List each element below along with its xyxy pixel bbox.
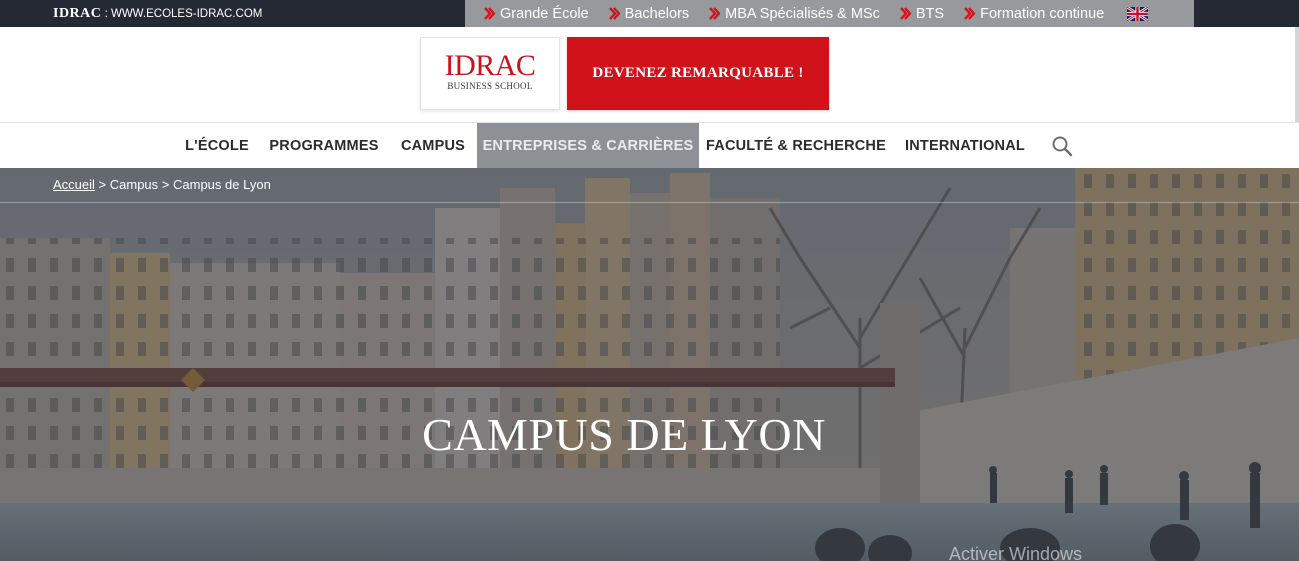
- breadcrumb: Accueil > Campus > Campus de Lyon: [53, 177, 271, 192]
- breadcrumb-home-link[interactable]: Accueil: [53, 177, 95, 192]
- chevron-right-icon: [900, 7, 911, 20]
- logo-subtitle: BUSINESS SCHOOL: [447, 81, 533, 91]
- top-link-label: Grande École: [500, 5, 589, 22]
- top-link-bts[interactable]: BTS: [900, 6, 944, 22]
- devenez-remarquable-button[interactable]: DEVENEZ REMARQUABLE !: [567, 37, 829, 110]
- top-link-bachelors[interactable]: Bachelors: [608, 5, 690, 22]
- activate-windows-watermark: Activer Windows: [949, 544, 1083, 561]
- hero-overlay: [0, 168, 1299, 561]
- top-link-label: Bachelors: [624, 5, 690, 22]
- breadcrumb-current: Campus de Lyon: [173, 177, 271, 192]
- nav-item-campus[interactable]: CAMPUS: [393, 123, 473, 168]
- nav-item-entreprises-carrieres[interactable]: ENTREPRISES & CARRIÈRES: [477, 123, 699, 168]
- hero-banner: Accueil > Campus > Campus de Lyon CAMPUS…: [0, 168, 1299, 561]
- top-bar: IDRAC : WWW.ECOLES-IDRAC.COM Grande Écol…: [0, 0, 1299, 27]
- breadcrumb-divider: [0, 202, 1299, 203]
- search-icon[interactable]: [1051, 135, 1073, 157]
- top-brand-url: : WWW.ECOLES-IDRAC.COM: [101, 8, 263, 20]
- logo-wordmark: IDRAC: [444, 49, 536, 82]
- top-link-grande-ecole[interactable]: Grande École: [484, 6, 589, 22]
- top-link-label: BTS: [915, 5, 945, 22]
- top-programs-bar: Grande École Bachelors MBA Spécialisés &…: [465, 0, 1194, 27]
- main-nav: L'ÉCOLE PROGRAMMES CAMPUS ENTREPRISES & …: [0, 122, 1299, 168]
- site-header: IDRAC BUSINESS SCHOOL DEVENEZ REMARQUABL…: [0, 27, 1299, 122]
- nav-item-ecole[interactable]: L'ÉCOLE: [177, 123, 257, 168]
- top-link-formation-continue[interactable]: Formation continue: [964, 6, 1104, 22]
- top-link-label: MBA Spécialisés & MSc: [725, 5, 880, 22]
- top-link-mba-msc[interactable]: MBA Spécialisés & MSc: [709, 6, 880, 22]
- idrac-logo[interactable]: IDRAC BUSINESS SCHOOL: [420, 37, 560, 110]
- breadcrumb-separator: >: [94, 177, 110, 192]
- top-brand[interactable]: IDRAC : WWW.ECOLES-IDRAC.COM: [53, 6, 262, 22]
- chevron-right-icon: [964, 7, 976, 20]
- top-link-label: Formation continue: [980, 5, 1105, 22]
- chevron-right-icon: [709, 7, 721, 20]
- nav-item-programmes[interactable]: PROGRAMMES: [260, 123, 388, 168]
- page-title: CAMPUS DE LYON: [422, 409, 826, 460]
- breadcrumb-campus-link[interactable]: Campus: [110, 177, 158, 192]
- breadcrumb-separator: >: [158, 177, 173, 192]
- chevron-right-icon: [608, 7, 620, 20]
- nav-item-international[interactable]: INTERNATIONAL: [894, 123, 1036, 168]
- uk-flag-icon[interactable]: [1127, 6, 1149, 21]
- chevron-right-icon: [484, 7, 495, 20]
- top-brand-logo: IDRAC: [53, 6, 102, 21]
- nav-item-faculte-recherche[interactable]: FACULTÉ & RECHERCHE: [704, 123, 888, 168]
